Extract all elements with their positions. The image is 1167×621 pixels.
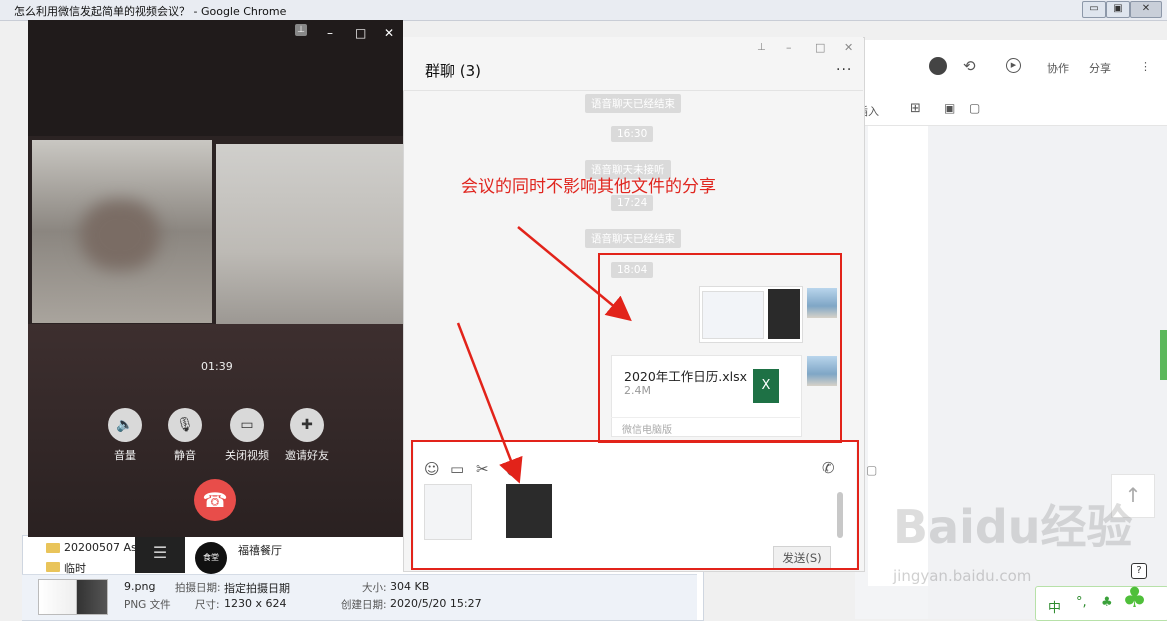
arrow-to-messages [517, 226, 632, 322]
arrow-to-input [456, 322, 523, 484]
annotation-arrows [456, 226, 632, 484]
